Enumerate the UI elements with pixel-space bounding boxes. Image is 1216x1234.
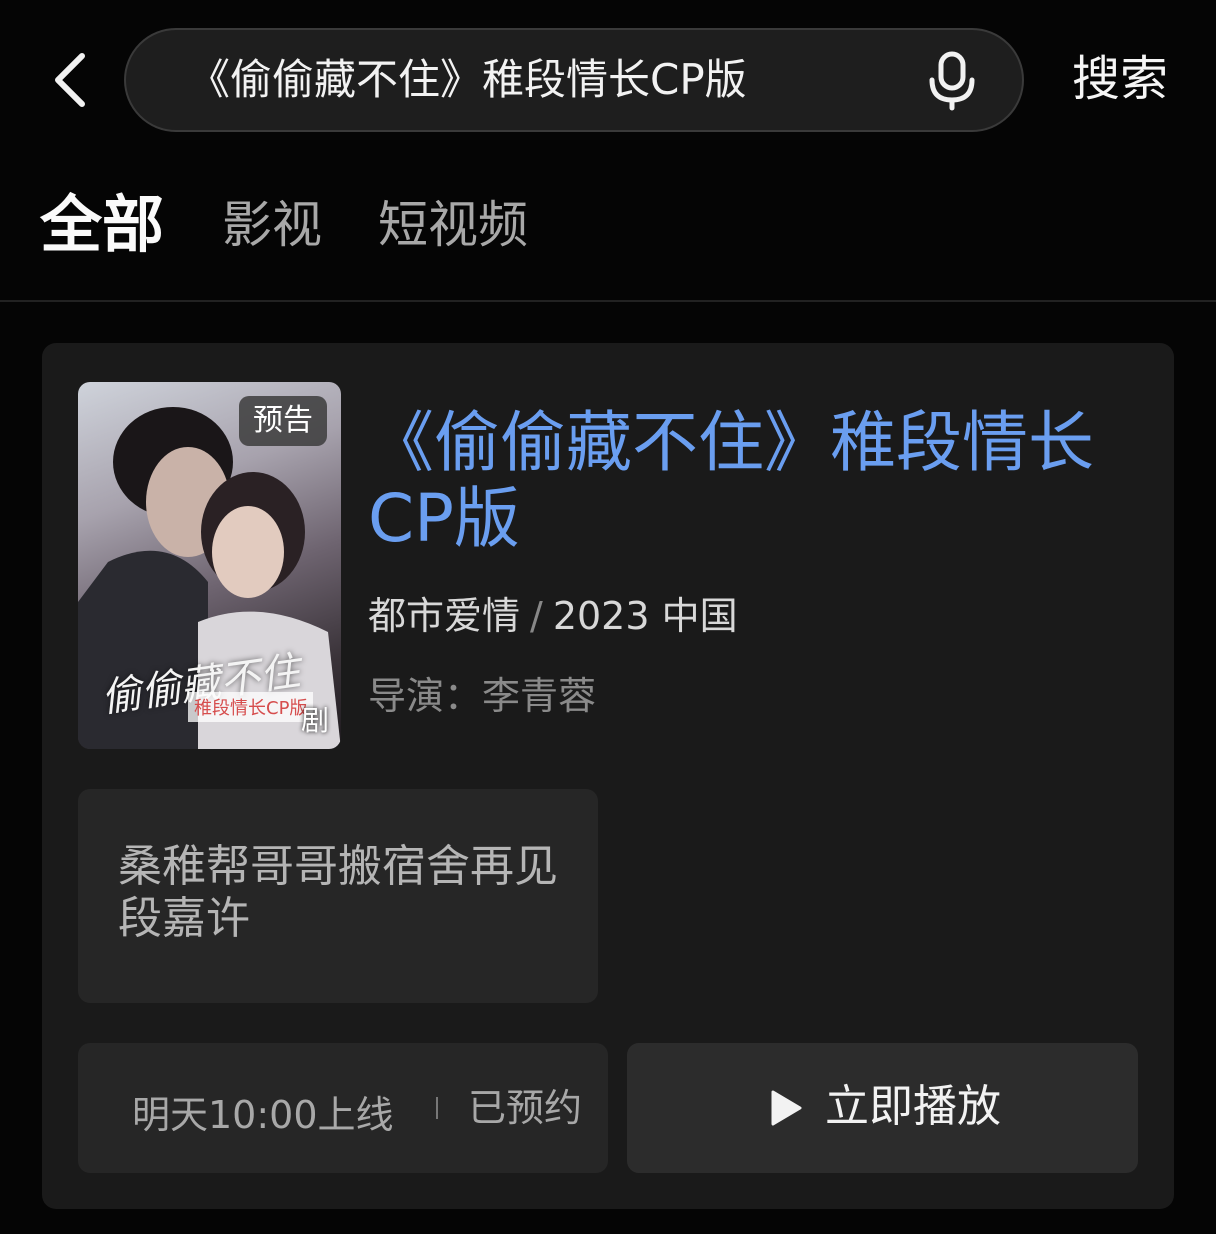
search-input[interactable]: 《偷偷藏不住》稚段情长CP版: [124, 28, 1024, 132]
play-icon: [771, 1090, 802, 1126]
genre-label: 都市爱情: [368, 594, 521, 638]
result-meta: 都市爱情/2023 中国: [368, 591, 738, 641]
voice-search-button[interactable]: [922, 50, 982, 112]
back-arrow-icon: [55, 53, 85, 107]
search-query: 《偷偷藏不住》稚段情长CP版: [188, 55, 747, 104]
result-title[interactable]: 《偷偷藏不住》稚段情长CP版: [368, 405, 1128, 557]
director-label: 导演：李青蓉: [368, 674, 597, 718]
meta-separator: /: [530, 594, 543, 638]
reserve-divider: [436, 1097, 438, 1119]
search-button[interactable]: 搜索: [1072, 44, 1168, 114]
tab-all[interactable]: 全部: [40, 180, 164, 270]
poster-logo-subtitle: 稚段情长CP版: [188, 692, 314, 722]
play-now-label: 立即播放: [825, 1081, 1001, 1132]
reserve-status-label: 已预约: [468, 1086, 583, 1130]
series-tag: 剧: [300, 704, 329, 737]
play-now-button[interactable]: 立即播放: [627, 1043, 1138, 1173]
result-card[interactable]: 预告 偷偷藏不住 稚段情长CP版 剧 《偷偷藏不住》稚段情长CP版 都市爱情/2…: [42, 343, 1174, 1209]
year-region-label: 2023 中国: [552, 594, 738, 638]
tab-short-video[interactable]: 短视频: [378, 180, 528, 270]
poster-image[interactable]: 预告 偷偷藏不住 稚段情长CP版 剧: [78, 382, 341, 749]
release-time-label: 明天10:00上线: [132, 1093, 394, 1137]
tabs-divider: [0, 300, 1216, 302]
reserve-button[interactable]: 明天10:00上线 已预约: [78, 1043, 608, 1173]
tab-film-tv[interactable]: 影视: [222, 180, 322, 270]
trailer-badge: 预告: [239, 396, 327, 446]
microphone-icon: [929, 51, 975, 111]
episode-description[interactable]: 桑稚帮哥哥搬宿舍再见段嘉许: [78, 789, 598, 1003]
back-button[interactable]: [44, 46, 100, 114]
